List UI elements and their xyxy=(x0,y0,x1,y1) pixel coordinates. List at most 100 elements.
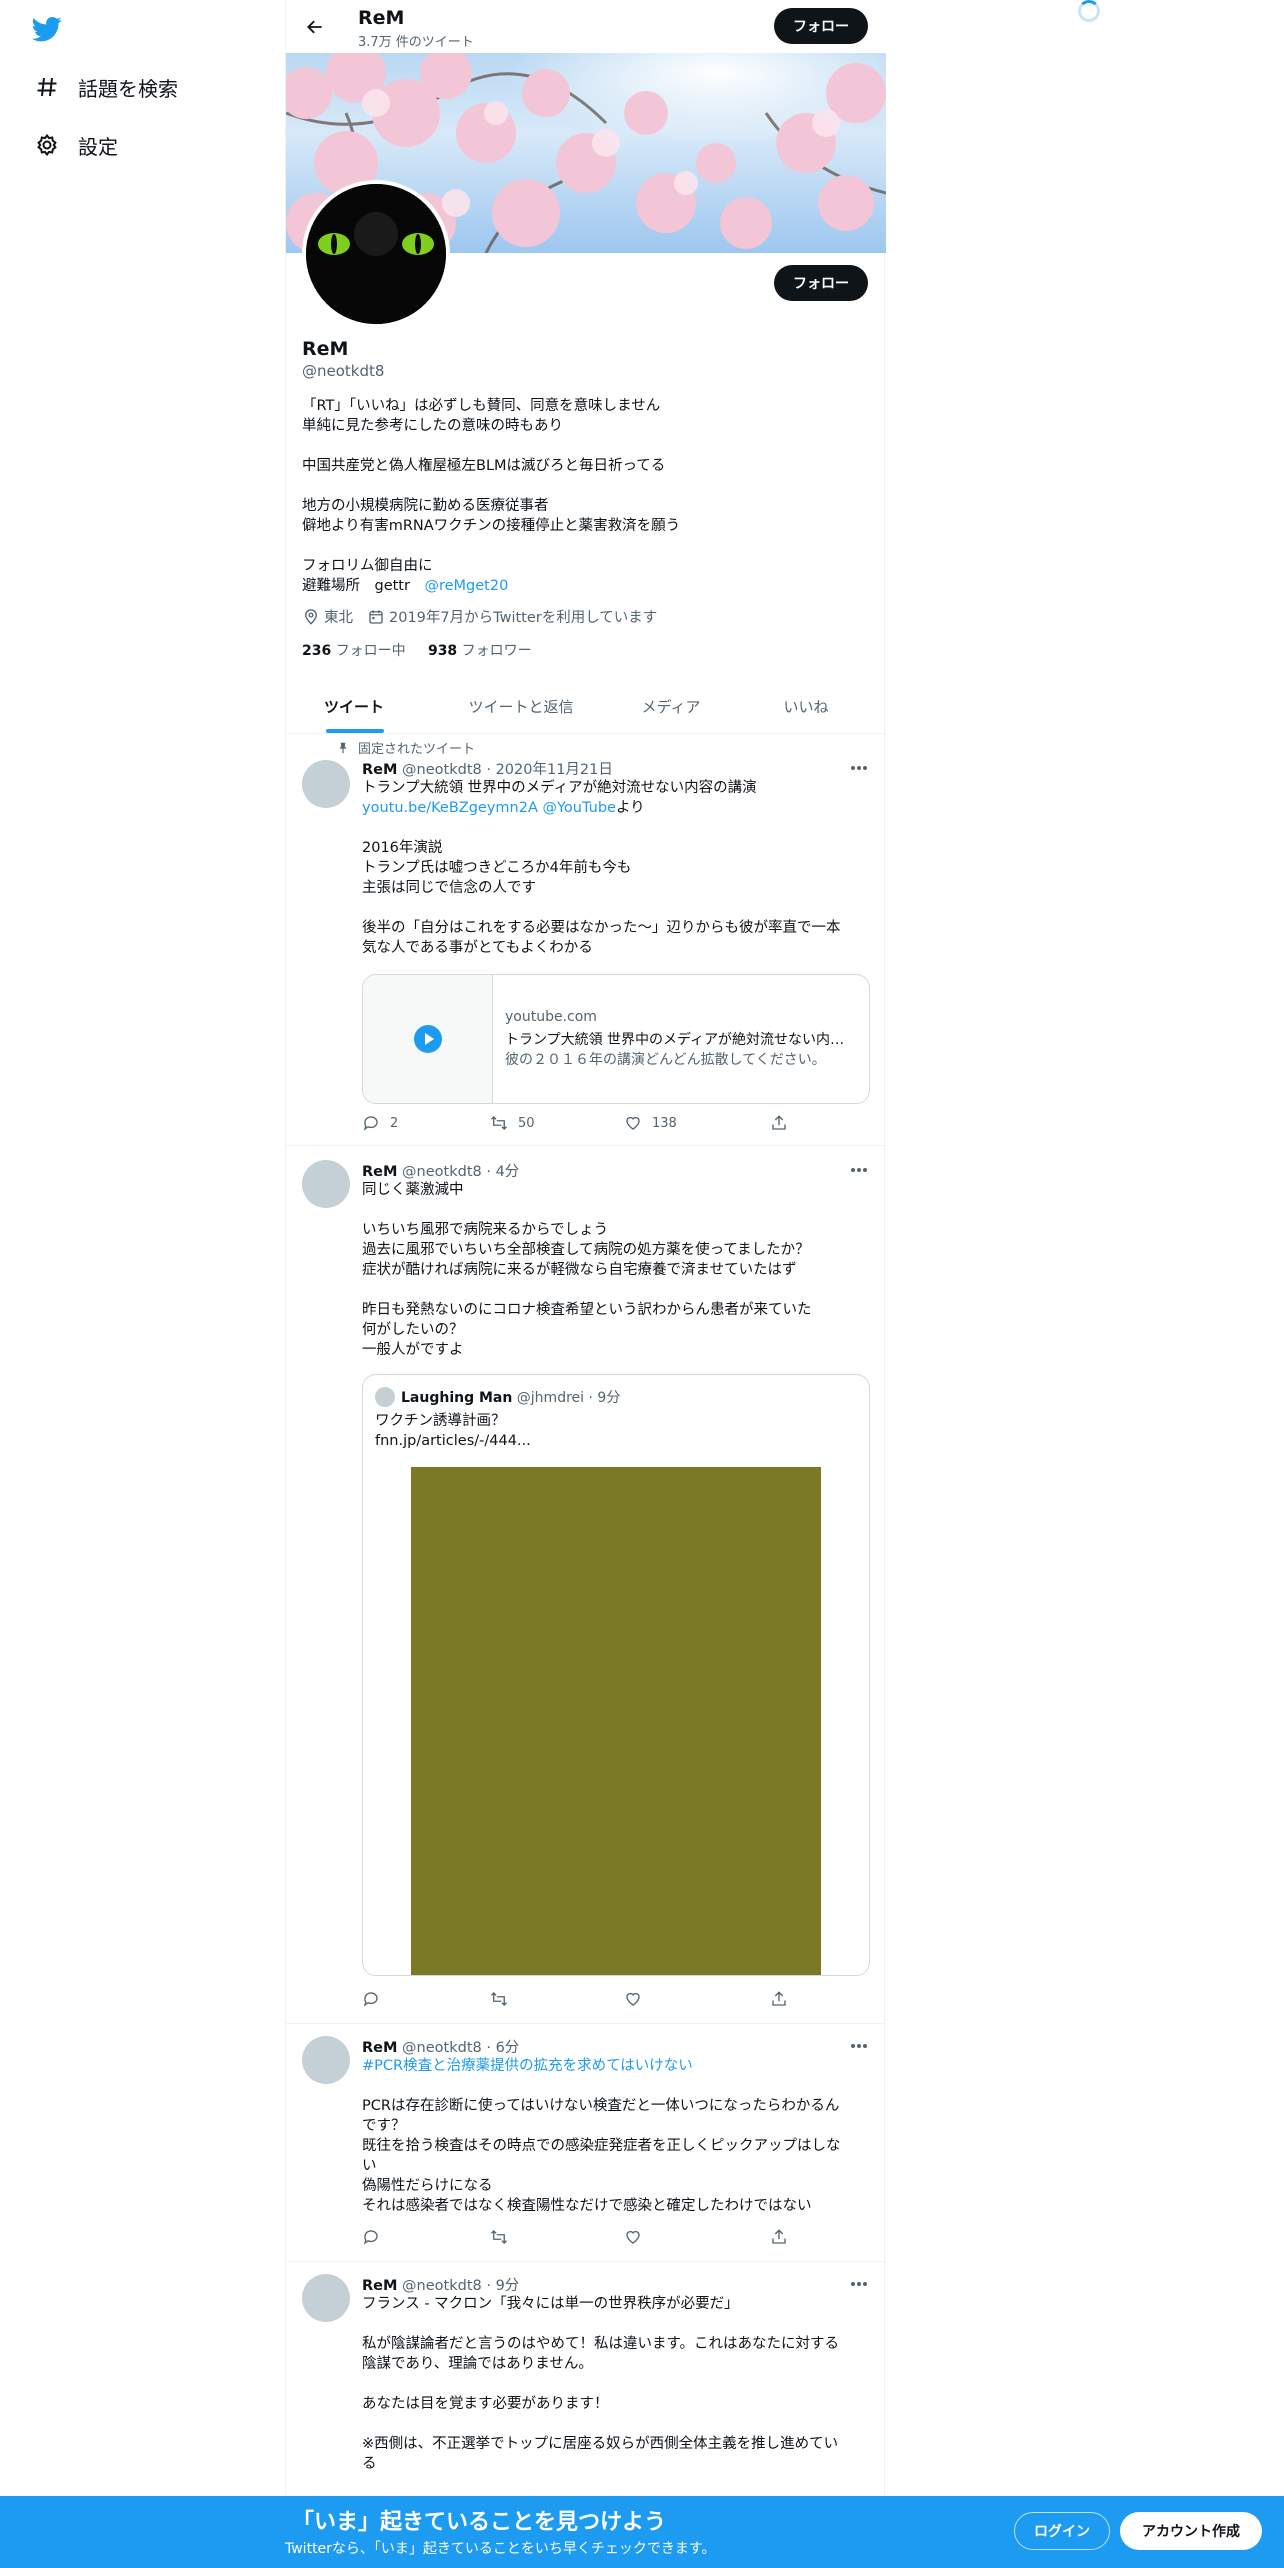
twitter-logo-icon[interactable] xyxy=(30,14,64,44)
bio-line-last: 避難場所 gettr @reMget20 xyxy=(302,576,872,596)
tweet-author-name[interactable]: ReM xyxy=(362,1164,397,1180)
profile-avatar[interactable] xyxy=(302,180,450,328)
bio-line: 「RT」「いいね」は必ずしも賛同、同意を意味しません xyxy=(302,398,661,414)
followers-link[interactable]: 938 フォロワー xyxy=(428,643,532,659)
tweet-author-name[interactable]: ReM xyxy=(362,762,397,778)
tweet-time[interactable]: 4分 xyxy=(496,1164,520,1180)
tweet-header: ReM @neotkdt8 · 9分 xyxy=(362,2278,520,2294)
tab-tweets-replies[interactable]: ツイートと返信 xyxy=(436,680,606,733)
main-column: ReM 3.7万 件のツイート フォロー フォロー ReM @neotkdt8 … xyxy=(285,0,886,2568)
more-options-icon[interactable] xyxy=(848,2276,870,2292)
share-icon xyxy=(772,1115,786,1130)
heart-icon xyxy=(626,1116,640,1130)
share-icon xyxy=(772,1991,786,2006)
quoted-avatar xyxy=(375,1387,395,1407)
bio-line: 単純に見た参考にしたの意味の時もあり xyxy=(302,418,563,434)
bio-line: フォロリム御自由に xyxy=(302,558,433,574)
location: 東北 xyxy=(302,606,353,627)
tweet-author-name[interactable]: ReM xyxy=(362,2040,397,2056)
header-follow-button[interactable]: フォロー xyxy=(774,8,868,44)
heart-icon xyxy=(626,1992,640,2006)
tweet-author-name[interactable]: ReM xyxy=(362,2278,397,2294)
bio-line: 中国共産党と偽人権屋極左BLMは滅びろと毎日祈ってる xyxy=(302,458,666,474)
tweet-avatar[interactable] xyxy=(302,2036,350,2084)
more-options-icon[interactable] xyxy=(848,2038,870,2054)
tweet[interactable]: ReM @neotkdt8 · 9分 フランス - マクロン「我々には単一の世界… xyxy=(286,2262,886,2496)
more-options-icon[interactable] xyxy=(848,1162,870,1178)
tweet[interactable]: ReM @neotkdt8 · 6分 #PCR検査と治療薬提供の拡充を求めてはい… xyxy=(286,2024,886,2262)
joined-text: 2019年7月からTwitterを利用しています xyxy=(389,610,658,626)
tweet-time[interactable]: 6分 xyxy=(496,2040,520,2056)
pinned-label: 固定されたツイート xyxy=(336,738,475,757)
tweet-author-handle[interactable]: @neotkdt8 xyxy=(402,2278,482,2294)
tweet[interactable]: ReM @neotkdt8 · 4分 同じく薬激減中 いちいち風邪で病院来るから… xyxy=(286,1146,886,2024)
nav-explore[interactable]: 話題を検索 xyxy=(32,72,178,102)
nav-explore-label: 話題を検索 xyxy=(78,76,178,101)
signup-banner-title: 「いま」起きていることを見つけよう xyxy=(292,2510,667,2535)
share-button[interactable] xyxy=(770,2228,788,2246)
share-icon xyxy=(772,2229,786,2244)
link-card[interactable]: youtube.com トランプ大統領 世界中のメディアが絶対流せない内容の講演… xyxy=(362,974,870,1104)
play-icon xyxy=(413,1025,442,1053)
reply-icon xyxy=(363,1116,378,1131)
profile-bio: 「RT」「いいね」は必ずしも賛同、同意を意味しません 単純に見た参考にしたの意味… xyxy=(302,396,872,596)
card-description: 彼の２０１６年の講演どんどん拡散してください。 xyxy=(505,1052,826,1068)
quoted-image[interactable] xyxy=(411,1467,821,1975)
quoted-text: ワクチン誘導計画？ fnn.jp/articles/-/444... xyxy=(375,1413,531,1449)
like-button[interactable] xyxy=(624,1990,642,2008)
signup-banner-subtitle: Twitterなら、「いま」起きていることをいち早くチェックできます。 xyxy=(285,2541,716,2557)
tweet-mention-youtube[interactable]: @YouTube xyxy=(543,800,616,816)
profile-follow-button[interactable]: フォロー xyxy=(774,265,868,301)
retweet-icon xyxy=(491,1116,507,1130)
share-button[interactable] xyxy=(770,1114,788,1132)
heart-icon xyxy=(626,2230,640,2244)
tweet-pinned[interactable]: 固定されたツイート ReM @neotkdt8 · 2020年11月21日 トラ… xyxy=(286,734,886,1146)
hashtag-icon xyxy=(32,72,62,102)
tweet-hashtag[interactable]: #PCR検査と治療薬提供の拡充を求めてはいけない xyxy=(362,2058,693,2074)
tweet-time[interactable]: 9分 xyxy=(496,2278,520,2294)
profile-header-bar: ReM 3.7万 件のツイート フォロー xyxy=(286,0,886,53)
retweet-button[interactable] xyxy=(490,2228,508,2246)
location-pin-icon xyxy=(305,608,317,625)
reply-button[interactable] xyxy=(362,2228,380,2246)
tweet-header: ReM @neotkdt8 · 2020年11月21日 xyxy=(362,762,613,778)
bio-mention-link[interactable]: @reMget20 xyxy=(424,578,508,594)
tweet-author-handle[interactable]: @neotkdt8 xyxy=(402,762,482,778)
retweet-button[interactable] xyxy=(490,1990,508,2008)
login-button[interactable]: ログイン xyxy=(1014,2512,1110,2550)
tweet-avatar[interactable] xyxy=(302,1160,350,1208)
tweet-avatar[interactable] xyxy=(302,760,350,808)
retweet-button[interactable]: 50 xyxy=(490,1114,535,1132)
like-button[interactable] xyxy=(624,2228,642,2246)
like-button[interactable]: 138 xyxy=(624,1114,677,1132)
card-domain: youtube.com xyxy=(505,1009,597,1025)
tweet-header: ReM @neotkdt8 · 4分 xyxy=(362,1164,520,1180)
profile-handle: @neotkdt8 xyxy=(302,362,385,380)
tweet-author-handle[interactable]: @neotkdt8 xyxy=(402,1164,482,1180)
tab-likes[interactable]: いいね xyxy=(746,680,866,733)
location-text: 東北 xyxy=(324,610,353,626)
following-link[interactable]: 236 フォロー中 xyxy=(302,643,406,659)
nav-settings[interactable]: 設定 xyxy=(32,130,118,160)
reply-button[interactable]: 2 xyxy=(362,1114,398,1132)
nav-settings-label: 設定 xyxy=(78,134,118,159)
profile-meta: 東北 2019年7月からTwitterを利用しています xyxy=(302,606,671,627)
tweet-text: トランプ大統領 世界中のメディアが絶対流せない内容の講演 youtu.be/Ke… xyxy=(362,780,841,956)
tweet-time[interactable]: 2020年11月21日 xyxy=(496,762,613,778)
tweet-author-handle[interactable]: @neotkdt8 xyxy=(402,2040,482,2056)
more-options-icon[interactable] xyxy=(848,760,870,776)
tweet-avatar[interactable] xyxy=(302,2274,350,2322)
profile-name: ReM xyxy=(302,338,349,360)
tweet-link-youtube[interactable]: youtu.be/KeBZgeymn2A xyxy=(362,800,538,816)
bio-line: 僻地より有害mRNAワクチンの接種停止と薬害救済を願う xyxy=(302,518,681,534)
reply-button[interactable] xyxy=(362,1990,380,2008)
signup-banner: 「いま」起きていることを見つけよう Twitterなら、「いま」起きていることを… xyxy=(0,2496,1284,2568)
tab-media[interactable]: メディア xyxy=(616,680,726,733)
quoted-tweet[interactable]: Laughing Man @jhmdrei · 9分 ワクチン誘導計画？ fnn… xyxy=(362,1374,870,1976)
reply-icon xyxy=(363,1992,378,2007)
share-button[interactable] xyxy=(770,1990,788,2008)
bio-line xyxy=(302,476,872,496)
tab-tweets[interactable]: ツイート xyxy=(302,680,406,733)
back-arrow-icon[interactable] xyxy=(300,12,330,42)
signup-button[interactable]: アカウント作成 xyxy=(1120,2512,1262,2550)
